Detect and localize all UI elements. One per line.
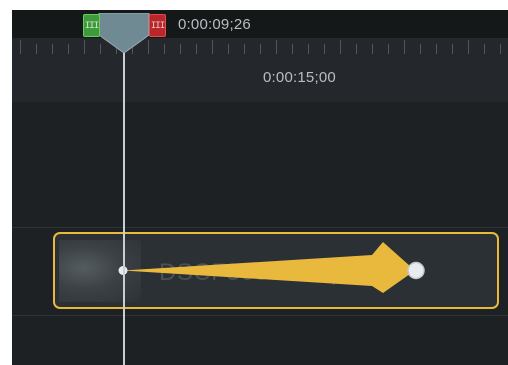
motion-path-arrow[interactable]: [123, 242, 415, 293]
playhead-head[interactable]: [98, 13, 150, 53]
in-handle-grip-icon: III: [84, 20, 99, 31]
playhead-line[interactable]: [123, 50, 125, 365]
out-handle-grip-icon: III: [150, 20, 165, 31]
motion-path-overlay: [118, 242, 425, 293]
out-point-handle[interactable]: III: [149, 14, 166, 37]
timeline-panel: 0:00:09;26 0:00:15;00 DSCF3637 - copie I…: [12, 10, 508, 365]
in-point-handle[interactable]: III: [83, 14, 100, 37]
motion-end-point[interactable]: [407, 261, 425, 280]
